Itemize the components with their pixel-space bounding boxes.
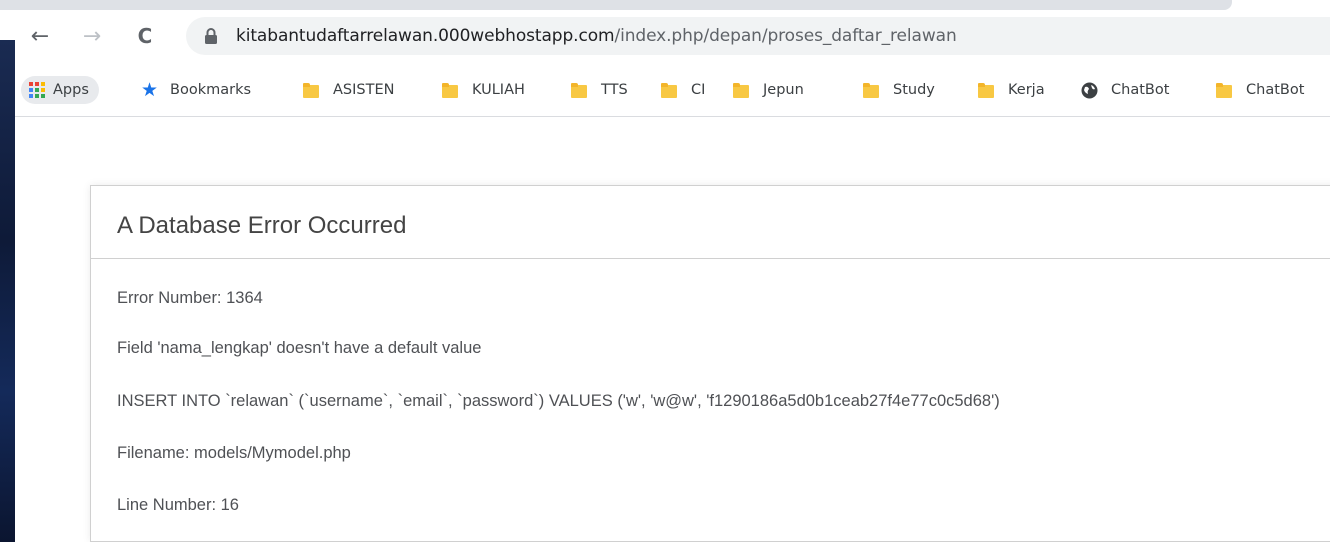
folder-icon bbox=[571, 82, 587, 98]
bookmark-bookmarks[interactable]: ★ Bookmarks bbox=[141, 76, 251, 104]
bookmark-asisten[interactable]: ASISTEN bbox=[303, 76, 394, 104]
bookmark-ci[interactable]: CI bbox=[661, 76, 705, 104]
apps-button[interactable]: Apps bbox=[21, 76, 99, 104]
bookmark-label: Study bbox=[893, 82, 935, 98]
bookmark-kuliah[interactable]: KULIAH bbox=[442, 76, 525, 104]
error-container: A Database Error Occurred Error Number: … bbox=[90, 185, 1330, 542]
error-filename: Filename: models/Mymodel.php bbox=[117, 444, 351, 462]
bookmark-label: Jepun bbox=[763, 82, 804, 98]
desktop-background bbox=[0, 40, 15, 542]
back-button[interactable]: ← bbox=[26, 22, 54, 50]
globe-icon bbox=[1081, 82, 1098, 98]
bookmarks-bar: Apps ★ Bookmarks ASISTEN KULIAH TTS CI J… bbox=[15, 64, 1330, 117]
folder-icon bbox=[978, 82, 994, 98]
bookmark-label: ChatBot bbox=[1111, 82, 1170, 98]
error-title: A Database Error Occurred bbox=[117, 212, 407, 239]
folder-icon bbox=[733, 82, 749, 98]
url-path: /index.php/depan/proses_daftar_relawan bbox=[614, 26, 957, 46]
bookmark-label: Kerja bbox=[1008, 82, 1045, 98]
bookmark-label: CI bbox=[691, 82, 706, 98]
url-text[interactable]: kitabantudaftarrelawan.000webhostapp.com… bbox=[236, 26, 957, 46]
forward-button[interactable]: → bbox=[78, 22, 106, 50]
folder-icon bbox=[661, 82, 677, 98]
apps-label: Apps bbox=[53, 82, 89, 98]
tab-strip bbox=[0, 0, 1232, 10]
error-line-number: Line Number: 16 bbox=[117, 496, 239, 514]
error-number: Error Number: 1364 bbox=[117, 289, 263, 307]
bookmark-chatbot-folder[interactable]: ChatBot bbox=[1216, 76, 1304, 104]
star-icon: ★ bbox=[141, 79, 159, 101]
bookmark-label: TTS bbox=[601, 82, 628, 98]
apps-grid-icon bbox=[29, 82, 45, 98]
folder-icon bbox=[1216, 82, 1232, 98]
folder-icon bbox=[442, 82, 458, 98]
url-host: kitabantudaftarrelawan.000webhostapp.com bbox=[236, 26, 615, 46]
bookmark-chatbot-site[interactable]: ChatBot bbox=[1081, 76, 1169, 104]
lock-icon bbox=[205, 28, 217, 44]
bookmark-label: Bookmarks bbox=[170, 82, 252, 98]
bookmark-jepun[interactable]: Jepun bbox=[733, 76, 804, 104]
folder-icon bbox=[863, 82, 879, 98]
reload-button[interactable]: C bbox=[131, 22, 159, 50]
bookmark-label: ChatBot bbox=[1246, 82, 1305, 98]
bookmark-label: KULIAH bbox=[472, 82, 525, 98]
divider bbox=[91, 258, 1330, 259]
browser-toolbar: ← → C kitabantudaftarrelawan.000webhosta… bbox=[0, 10, 1330, 64]
error-query: INSERT INTO `relawan` (`username`, `emai… bbox=[117, 392, 1000, 410]
error-message: Field 'nama_lengkap' doesn't have a defa… bbox=[117, 339, 482, 357]
bookmark-study[interactable]: Study bbox=[863, 76, 935, 104]
bookmark-label: ASISTEN bbox=[333, 82, 395, 98]
bookmark-kerja[interactable]: Kerja bbox=[978, 76, 1045, 104]
folder-icon bbox=[303, 82, 319, 98]
bookmark-tts[interactable]: TTS bbox=[571, 76, 628, 104]
address-bar[interactable]: kitabantudaftarrelawan.000webhostapp.com… bbox=[186, 17, 1330, 55]
